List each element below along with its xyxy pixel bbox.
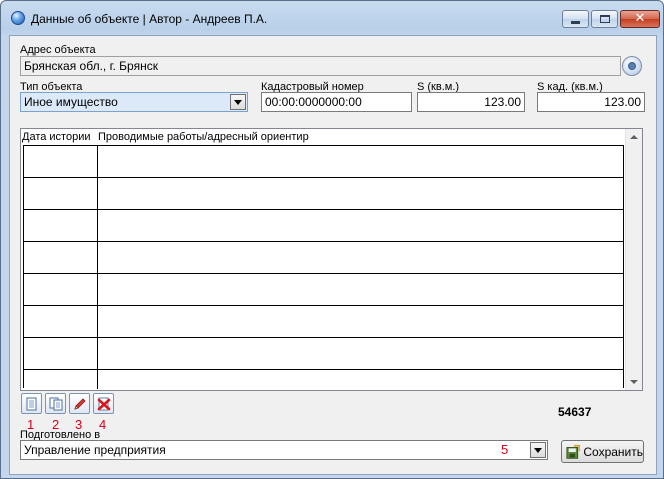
table-row[interactable] xyxy=(23,145,624,178)
prepared-in-combo[interactable]: Управление предприятия 5 xyxy=(20,440,548,460)
table-row[interactable] xyxy=(23,337,624,370)
address-lookup-button[interactable] xyxy=(622,56,642,76)
minimize-icon xyxy=(571,20,580,24)
address-label: Адрес объекта xyxy=(20,44,96,56)
table-cell-date[interactable] xyxy=(24,338,98,370)
add-record-button[interactable] xyxy=(21,393,42,414)
app-globe-icon xyxy=(11,11,25,25)
object-type-dropdown-button[interactable] xyxy=(230,94,246,110)
edit-record-button[interactable] xyxy=(69,393,90,414)
grid-rows xyxy=(23,145,624,389)
lookup-icon xyxy=(628,62,636,70)
column-header-date[interactable]: Дата истории xyxy=(22,131,91,143)
table-cell-date[interactable] xyxy=(24,306,98,338)
table-cell-date[interactable] xyxy=(24,146,98,178)
close-icon: ✕ xyxy=(634,11,646,26)
history-grid[interactable]: Дата истории Проводимые работы/адресный … xyxy=(20,128,643,391)
table-row[interactable] xyxy=(23,177,624,210)
delete-icon xyxy=(97,397,110,410)
table-row[interactable] xyxy=(23,369,624,389)
table-row[interactable] xyxy=(23,305,624,338)
window-title: Данные об объекте | Автор - Андреев П.А. xyxy=(31,12,268,26)
pencil-icon xyxy=(73,397,86,410)
table-cell-date[interactable] xyxy=(24,242,98,274)
table-cell-date[interactable] xyxy=(24,370,98,389)
marker-5: 5 xyxy=(501,442,509,457)
table-cell-date[interactable] xyxy=(24,178,98,210)
cadastral-area-input[interactable]: 123.00 xyxy=(537,92,645,112)
delete-record-button[interactable] xyxy=(93,393,114,414)
cadastral-input[interactable]: 00:00:0000000:00 xyxy=(261,92,412,112)
table-cell-date[interactable] xyxy=(24,274,98,306)
grid-header: Дата истории Проводимые работы/адресный … xyxy=(21,129,626,145)
table-cell-date[interactable] xyxy=(24,210,98,242)
title-bar[interactable]: Данные об объекте | Автор - Андреев П.А.… xyxy=(1,1,663,35)
save-button-label: Сохранить xyxy=(583,444,643,459)
table-row[interactable] xyxy=(23,209,624,242)
grid-vertical-scrollbar[interactable] xyxy=(625,129,642,390)
minimize-button[interactable] xyxy=(562,10,589,28)
prepared-in-value: Управление предприятия xyxy=(24,443,166,457)
area-input[interactable]: 123.00 xyxy=(417,92,525,112)
scroll-up-icon[interactable] xyxy=(630,135,638,139)
prepared-in-dropdown-button[interactable] xyxy=(530,442,546,458)
chevron-down-icon xyxy=(234,99,242,105)
maximize-button[interactable] xyxy=(591,10,618,28)
dialog-client-area: Адрес объекта Брянская обл., г. Брянск Т… xyxy=(9,35,657,475)
new-document-icon xyxy=(26,397,37,410)
save-icon xyxy=(566,444,581,459)
close-button[interactable]: ✕ xyxy=(620,10,660,28)
address-field[interactable]: Брянская обл., г. Брянск xyxy=(20,56,621,76)
save-button[interactable]: Сохранить xyxy=(561,440,644,463)
record-count: 54637 xyxy=(558,405,592,419)
chevron-down-icon xyxy=(534,447,542,453)
object-type-value: Иное имущество xyxy=(24,95,118,109)
copy-document-icon xyxy=(49,397,62,410)
scroll-down-icon[interactable] xyxy=(630,380,638,384)
table-row[interactable] xyxy=(23,241,624,274)
copy-record-button[interactable] xyxy=(45,393,66,414)
object-type-combo[interactable]: Иное имущество xyxy=(20,92,248,112)
maximize-icon xyxy=(599,15,610,23)
dialog-window: Данные об объекте | Автор - Андреев П.А.… xyxy=(0,0,664,479)
column-header-works[interactable]: Проводимые работы/адресный ориентир xyxy=(98,131,309,143)
table-row[interactable] xyxy=(23,273,624,306)
